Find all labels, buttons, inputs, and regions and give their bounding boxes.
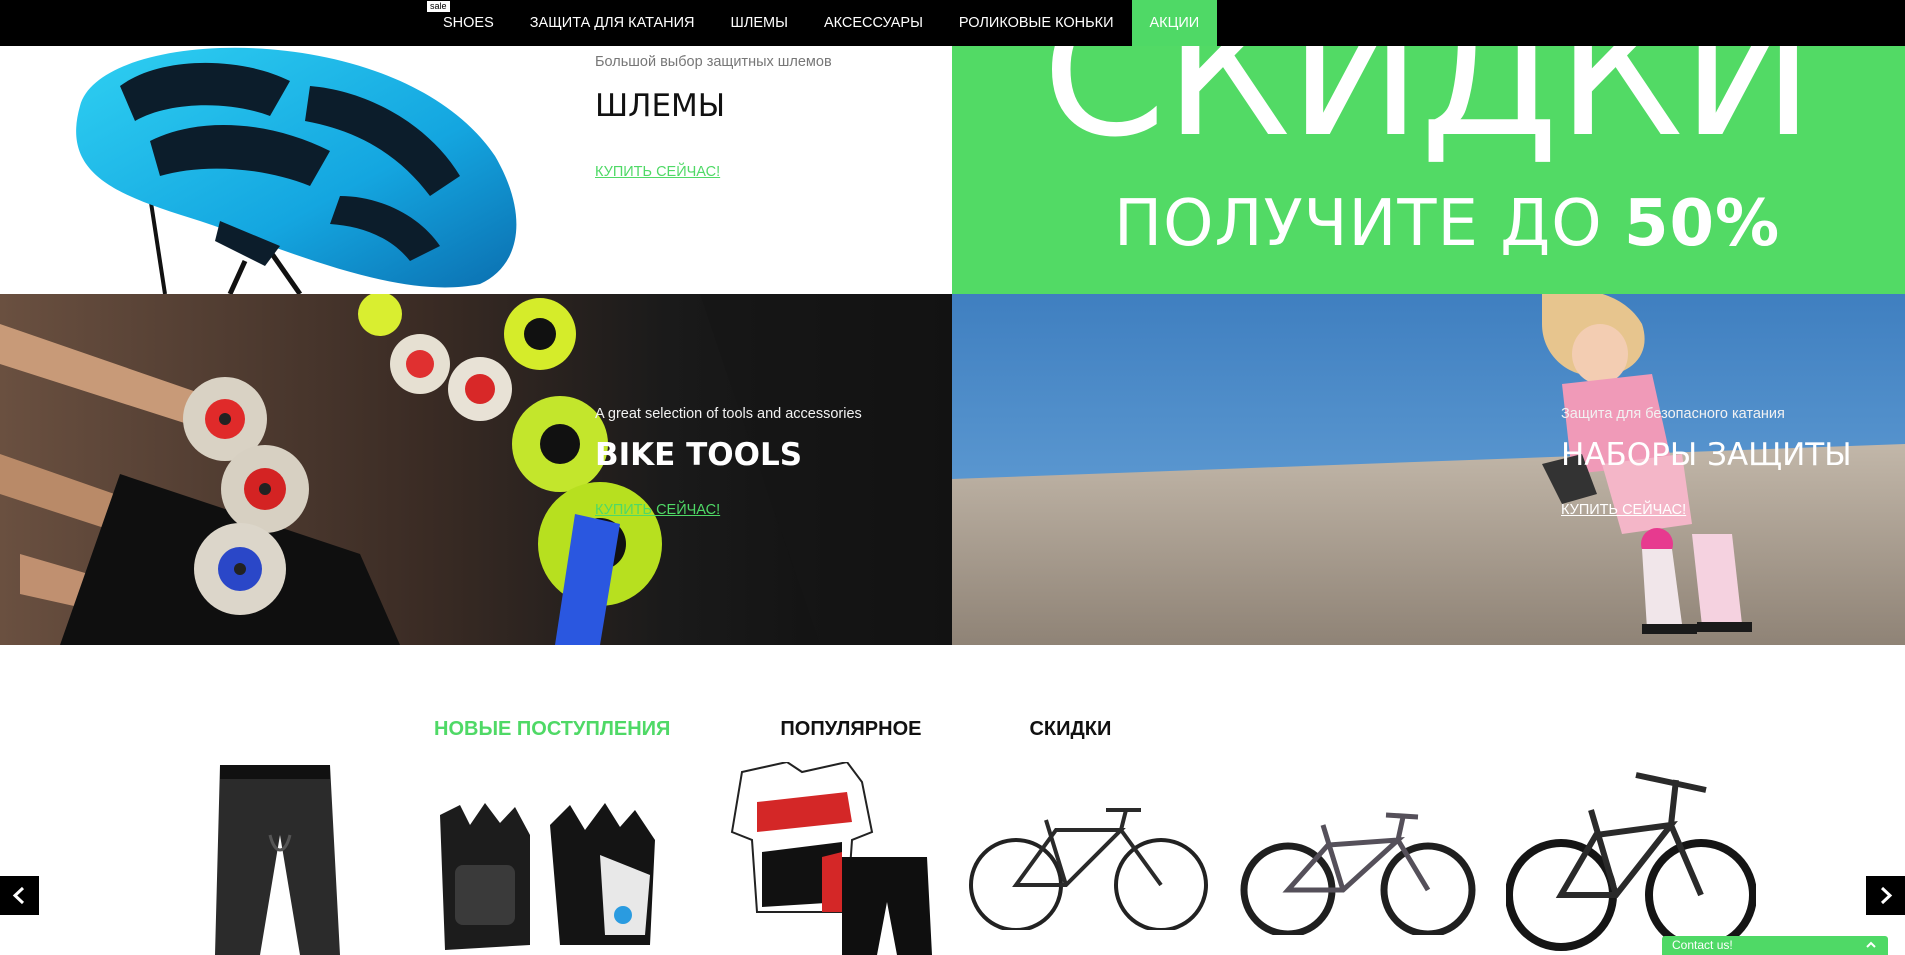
product-card[interactable] bbox=[200, 765, 360, 955]
tab-discounts[interactable]: СКИДКИ bbox=[1029, 718, 1111, 741]
product-carousel bbox=[0, 750, 1905, 955]
chevron-left-icon bbox=[12, 886, 25, 905]
product-card[interactable] bbox=[430, 795, 665, 955]
nav-item-inline-skates[interactable]: РОЛИКОВЫЕ КОНЬКИ bbox=[941, 0, 1132, 46]
helmets-buy-link[interactable]: КУПИТЬ СЕЙЧАС! bbox=[595, 164, 720, 180]
nav-item-label: SHOES bbox=[443, 15, 494, 31]
bike-tools-banner[interactable]: A great selection of tools and accessori… bbox=[0, 294, 952, 645]
tab-new-arrivals[interactable]: НОВЫЕ ПОСТУПЛЕНИЯ bbox=[434, 718, 670, 741]
nav-item-label: АКСЕССУАРЫ bbox=[823, 15, 923, 31]
nav-item-sales[interactable]: АКЦИИ bbox=[1131, 0, 1218, 46]
sale-banner[interactable]: СКИДКИ ПОЛУЧИТЕ ДО 50% bbox=[952, 46, 1905, 294]
protection-title: НАБОРЫ ЗАЩИТЫ bbox=[1561, 437, 1852, 473]
mountain-bike-dark-icon bbox=[1505, 772, 1757, 951]
contact-label: Contact us! bbox=[1672, 938, 1733, 952]
tools-buy-link[interactable]: КУПИТЬ СЕЙЧАС! bbox=[595, 502, 720, 518]
sale-headline: СКИДКИ bbox=[1042, 46, 1814, 176]
product-card[interactable] bbox=[966, 800, 1211, 935]
tab-popular[interactable]: ПОПУЛЯРНОЕ bbox=[780, 718, 921, 741]
cycling-jersey-set-icon bbox=[730, 760, 932, 955]
product-card[interactable] bbox=[702, 760, 932, 955]
nav-item-helmets[interactable]: ШЛЕМЫ bbox=[713, 0, 806, 46]
nav-item-label: ЗАЩИТА ДЛЯ КАТАНИЯ bbox=[529, 15, 695, 31]
contact-us-widget[interactable]: Contact us! bbox=[1662, 936, 1888, 955]
sale-subline: ПОЛУЧИТЕ ДО 50% bbox=[1114, 192, 1780, 256]
skate-wheels-image bbox=[0, 294, 952, 645]
carousel-prev-button[interactable] bbox=[0, 876, 39, 915]
nav-item-shoes[interactable]: sale SHOES bbox=[425, 0, 512, 46]
main-menu: sale SHOES ЗАЩИТА ДЛЯ КАТАНИЯ ШЛЕМЫ АКСЕ… bbox=[425, 0, 1218, 46]
product-tabs: НОВЫЕ ПОСТУПЛЕНИЯ ПОПУЛЯРНОЕ СКИДКИ bbox=[434, 718, 1221, 741]
sale-subline-text: ПОЛУЧИТЕ ДО bbox=[1114, 187, 1624, 261]
nav-item-label: АКЦИИ bbox=[1149, 15, 1200, 31]
tools-title: BIKE TOOLS bbox=[595, 437, 803, 473]
nav-item-protection[interactable]: ЗАЩИТА ДЛЯ КАТАНИЯ bbox=[512, 0, 713, 46]
nav-item-accessories[interactable]: АКСЕССУАРЫ bbox=[806, 0, 941, 46]
top-navigation: sale SHOES ЗАЩИТА ДЛЯ КАТАНИЯ ШЛЕМЫ АКСЕ… bbox=[0, 0, 1905, 46]
protection-subtitle: Защита для безопасного катания bbox=[1561, 406, 1785, 422]
chevron-right-icon bbox=[1880, 886, 1893, 905]
city-bike-icon bbox=[969, 808, 1208, 932]
product-card[interactable] bbox=[1505, 755, 1757, 955]
helmets-banner[interactable]: Большой выбор защитных шлемов ШЛЕМЫ КУПИ… bbox=[0, 46, 952, 294]
nav-item-label: РОЛИКОВЫЕ КОНЬКИ bbox=[958, 15, 1114, 31]
helmets-subtitle: Большой выбор защитных шлемов bbox=[595, 54, 832, 70]
sale-badge: sale bbox=[427, 1, 450, 12]
sale-subline-value: 50% bbox=[1623, 187, 1781, 261]
cycling-shorts-icon bbox=[215, 765, 340, 955]
chevron-up-icon bbox=[1866, 941, 1876, 948]
cycling-gloves-icon bbox=[440, 803, 655, 950]
tools-subtitle: A great selection of tools and accessori… bbox=[595, 406, 862, 422]
carousel-next-button[interactable] bbox=[1866, 876, 1905, 915]
protection-banner[interactable]: Защита для безопасного катания НАБОРЫ ЗА… bbox=[952, 294, 1905, 645]
product-card[interactable] bbox=[1238, 805, 1478, 940]
nav-item-label: ШЛЕМЫ bbox=[730, 15, 788, 31]
protection-buy-link[interactable]: КУПИТЬ СЕЙЧАС! bbox=[1561, 502, 1686, 518]
mountain-bike-icon bbox=[1240, 812, 1476, 938]
helmets-title: ШЛЕМЫ bbox=[595, 88, 726, 124]
helmet-image bbox=[76, 47, 517, 294]
